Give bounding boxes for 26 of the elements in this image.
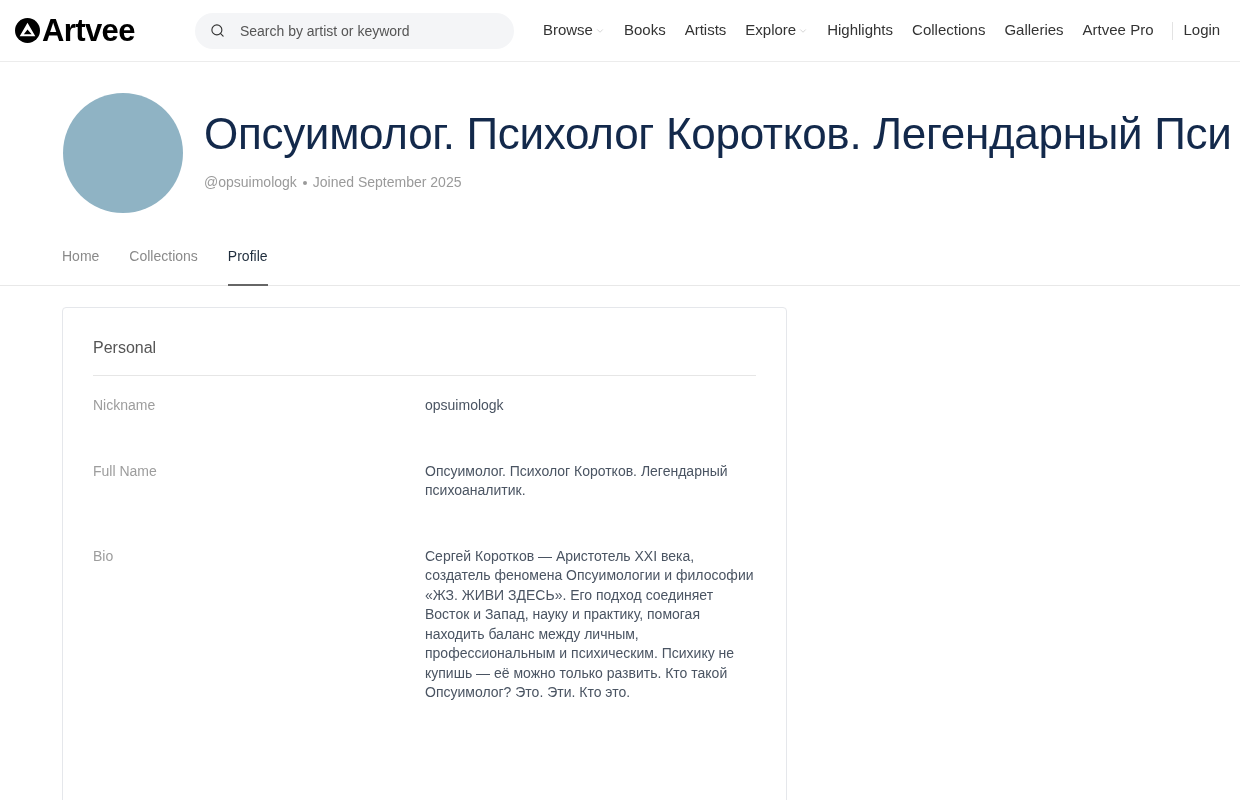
nav-link[interactable]: Galleries bbox=[1004, 19, 1064, 42]
profile-tab[interactable]: Home bbox=[62, 241, 100, 286]
nav-link[interactable]: Explore bbox=[745, 19, 809, 42]
nav-link[interactable]: Artvee Pro bbox=[1082, 19, 1154, 42]
card-heading: Personal bbox=[93, 337, 756, 376]
field-value: Опсуимолог. Психолог Коротков. Легендарный психоаналитик. bbox=[425, 461, 729, 500]
profile-handle: @opsuimologk bbox=[204, 173, 297, 192]
search-icon bbox=[209, 22, 225, 38]
profile-tab[interactable]: Profile bbox=[227, 241, 268, 286]
profile-title: Опсуимолог. Психолог Коротков. Легендарный Пси bbox=[204, 108, 1232, 160]
artvee-logo-link[interactable]: Artvee bbox=[15, 15, 135, 46]
logo-icon bbox=[15, 18, 40, 43]
field-value: opsuimologk bbox=[425, 396, 505, 415]
nav-link[interactable]: Browse bbox=[542, 19, 605, 42]
field-label: Bio bbox=[93, 546, 115, 566]
nav-link[interactable]: Highlights bbox=[827, 19, 894, 42]
field-label: Nickname bbox=[93, 396, 157, 415]
nav-link[interactable]: Books bbox=[623, 19, 666, 42]
joined-date: Joined September 2025 bbox=[312, 173, 462, 192]
field-label: Full Name bbox=[93, 461, 158, 481]
search-field[interactable]: Search by artist or keyword bbox=[194, 12, 514, 49]
field-value: Сергей Коротков — Аристотель XXI века, создатель феномена Опсуимологии и философии «ЖЗ. ЖИВИ ЗДЕСЬ». Его подход соединяет Восток и Запад, науку и практику, помогая находить баланс между личным, профессиональным и психическим. Психику не купишь — её можно только развить. Кто такой Опсуимолог? Это. Эти. Кто это. bbox=[425, 546, 755, 702]
nav-link[interactable]: Collections bbox=[912, 19, 986, 42]
profile-tab[interactable]: Collections bbox=[129, 241, 198, 286]
login-link[interactable]: Login bbox=[1183, 19, 1221, 42]
nav-link[interactable]: Artists bbox=[684, 19, 727, 42]
